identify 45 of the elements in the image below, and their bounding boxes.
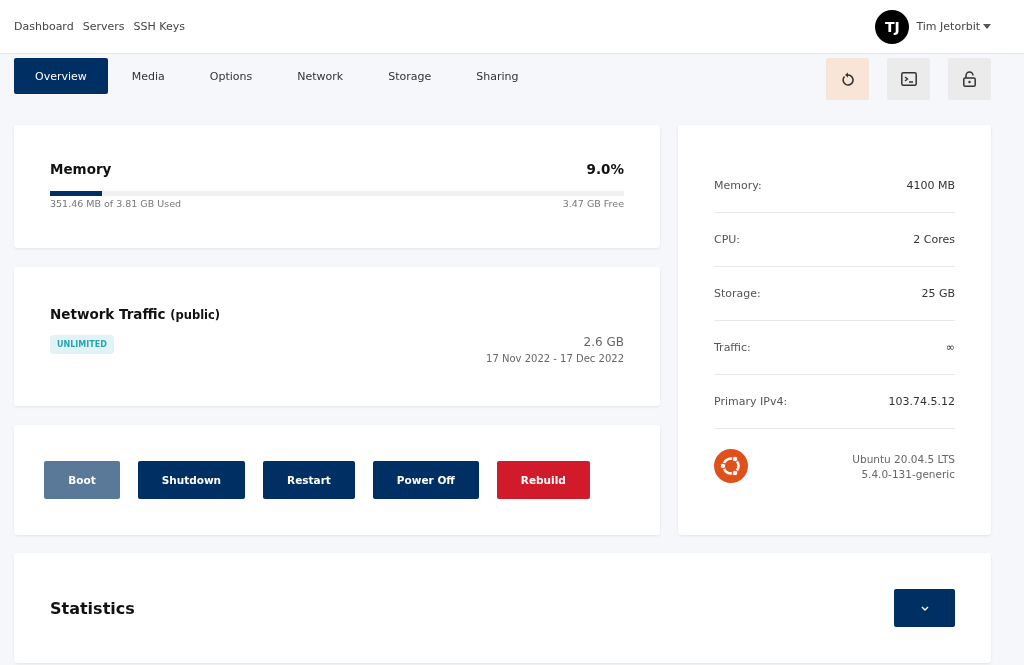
- card-title: Statistics: [50, 598, 135, 618]
- traffic-period: 17 Nov 2022 - 17 Dec 2022: [486, 353, 624, 364]
- user-menu[interactable]: Tim Jetorbit: [916, 20, 991, 33]
- nav-link[interactable]: SSH Keys: [133, 20, 185, 33]
- action-button[interactable]: Power Off: [372, 461, 479, 499]
- os-kernel: 5.4.0-131-generic: [861, 467, 955, 480]
- reset-icon: [840, 71, 855, 87]
- caret-icon: [983, 24, 991, 29]
- action-button[interactable]: Shutdown: [137, 461, 246, 499]
- spec-label: CPU:: [714, 233, 741, 246]
- card-title: Memory: [50, 161, 112, 177]
- chevron-down-icon: [920, 605, 929, 611]
- spec-label: Traffic:: [714, 341, 751, 354]
- os-name: Ubuntu 20.04.5 LTS: [852, 452, 955, 465]
- spec-label: Primary IPv4:: [714, 395, 788, 408]
- spec-value: 2 Cores: [913, 233, 955, 246]
- tab[interactable]: Network: [276, 58, 365, 94]
- tab[interactable]: Storage: [367, 58, 453, 94]
- lock-icon: [963, 71, 976, 87]
- avatar[interactable]: TJ: [875, 9, 910, 44]
- spec-value: 103.74.5.12: [888, 395, 955, 408]
- action-button[interactable]: Restart: [263, 461, 355, 499]
- memory-percent: 9.0%: [586, 161, 624, 177]
- reset-button[interactable]: [826, 58, 869, 100]
- spec-value: ∞: [945, 341, 955, 354]
- nav-link[interactable]: Dashboard: [14, 20, 74, 33]
- spec-label: Memory:: [714, 179, 762, 192]
- terminal-icon: [900, 72, 917, 86]
- tab[interactable]: Options: [188, 58, 274, 94]
- memory-free: 3.47 GB Free: [562, 198, 624, 209]
- memory-used: 351.46 MB of 3.81 GB Used: [50, 198, 182, 209]
- tab[interactable]: Media: [110, 58, 186, 94]
- spec-value: 4100 MB: [906, 179, 955, 192]
- ubuntu-logo-icon: [714, 449, 748, 483]
- tab[interactable]: Sharing: [455, 58, 540, 94]
- nav-link[interactable]: Servers: [82, 20, 125, 33]
- lock-button[interactable]: [948, 58, 991, 100]
- traffic-amount: 2.6 GB: [583, 335, 624, 349]
- card-title: Network Traffic (public): [50, 306, 221, 322]
- spec-value: 25 GB: [921, 287, 955, 300]
- console-button[interactable]: [887, 58, 930, 100]
- unlimited-badge: UNLIMITED: [50, 335, 114, 354]
- tab[interactable]: Overview: [14, 58, 108, 94]
- spec-label: Storage:: [714, 287, 761, 300]
- action-button[interactable]: Rebuild: [496, 461, 590, 499]
